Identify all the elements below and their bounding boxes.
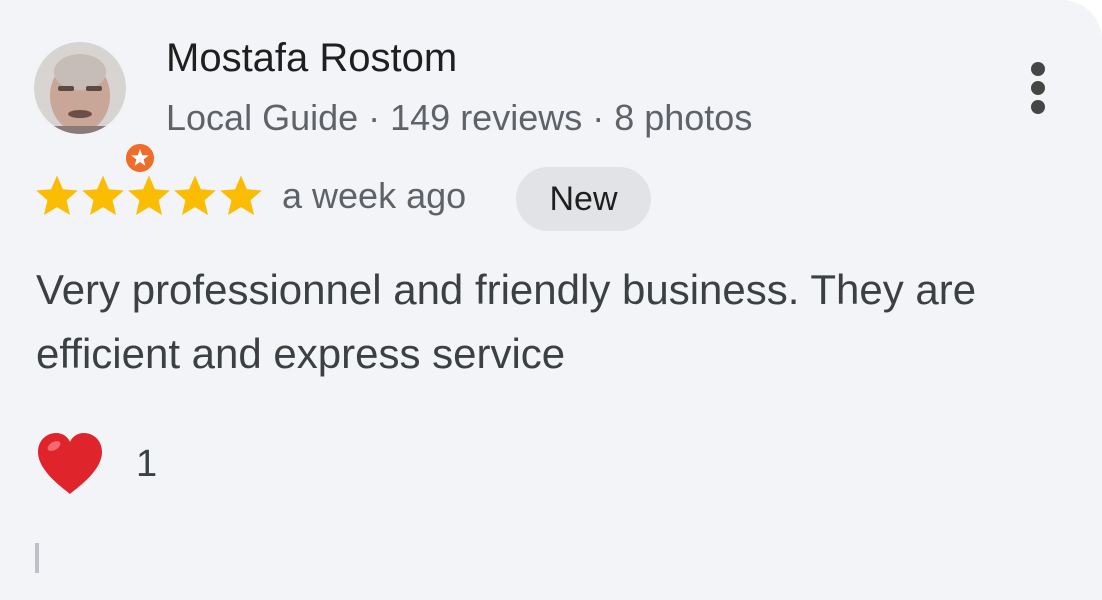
new-badge: New — [516, 167, 651, 231]
avatar[interactable] — [34, 42, 158, 176]
star-rating — [34, 172, 264, 220]
review-card: Mostafa Rostom Local Guide · 149 reviews… — [0, 0, 1102, 600]
heart-icon — [38, 433, 102, 494]
reaction-count: 1 — [136, 442, 158, 485]
review-text: Very professionnel and friendly business… — [36, 266, 977, 377]
reviewer-meta: Local Guide · 149 reviews · 8 photos — [166, 97, 753, 138]
reviewer-name[interactable]: Mostafa Rostom — [166, 36, 457, 81]
star-icon — [36, 175, 78, 215]
star-icon — [174, 175, 216, 215]
local-guide-star-icon — [131, 149, 149, 166]
reaction-button[interactable]: 1 — [34, 428, 157, 500]
more-options-button[interactable] — [1022, 58, 1054, 118]
divider — [35, 543, 39, 573]
star-icon — [128, 175, 170, 215]
local-guide-badge — [122, 140, 158, 176]
review-time: a week ago — [282, 175, 467, 216]
star-icon — [82, 175, 124, 215]
star-icon — [220, 175, 262, 215]
avatar-photo — [34, 42, 126, 134]
